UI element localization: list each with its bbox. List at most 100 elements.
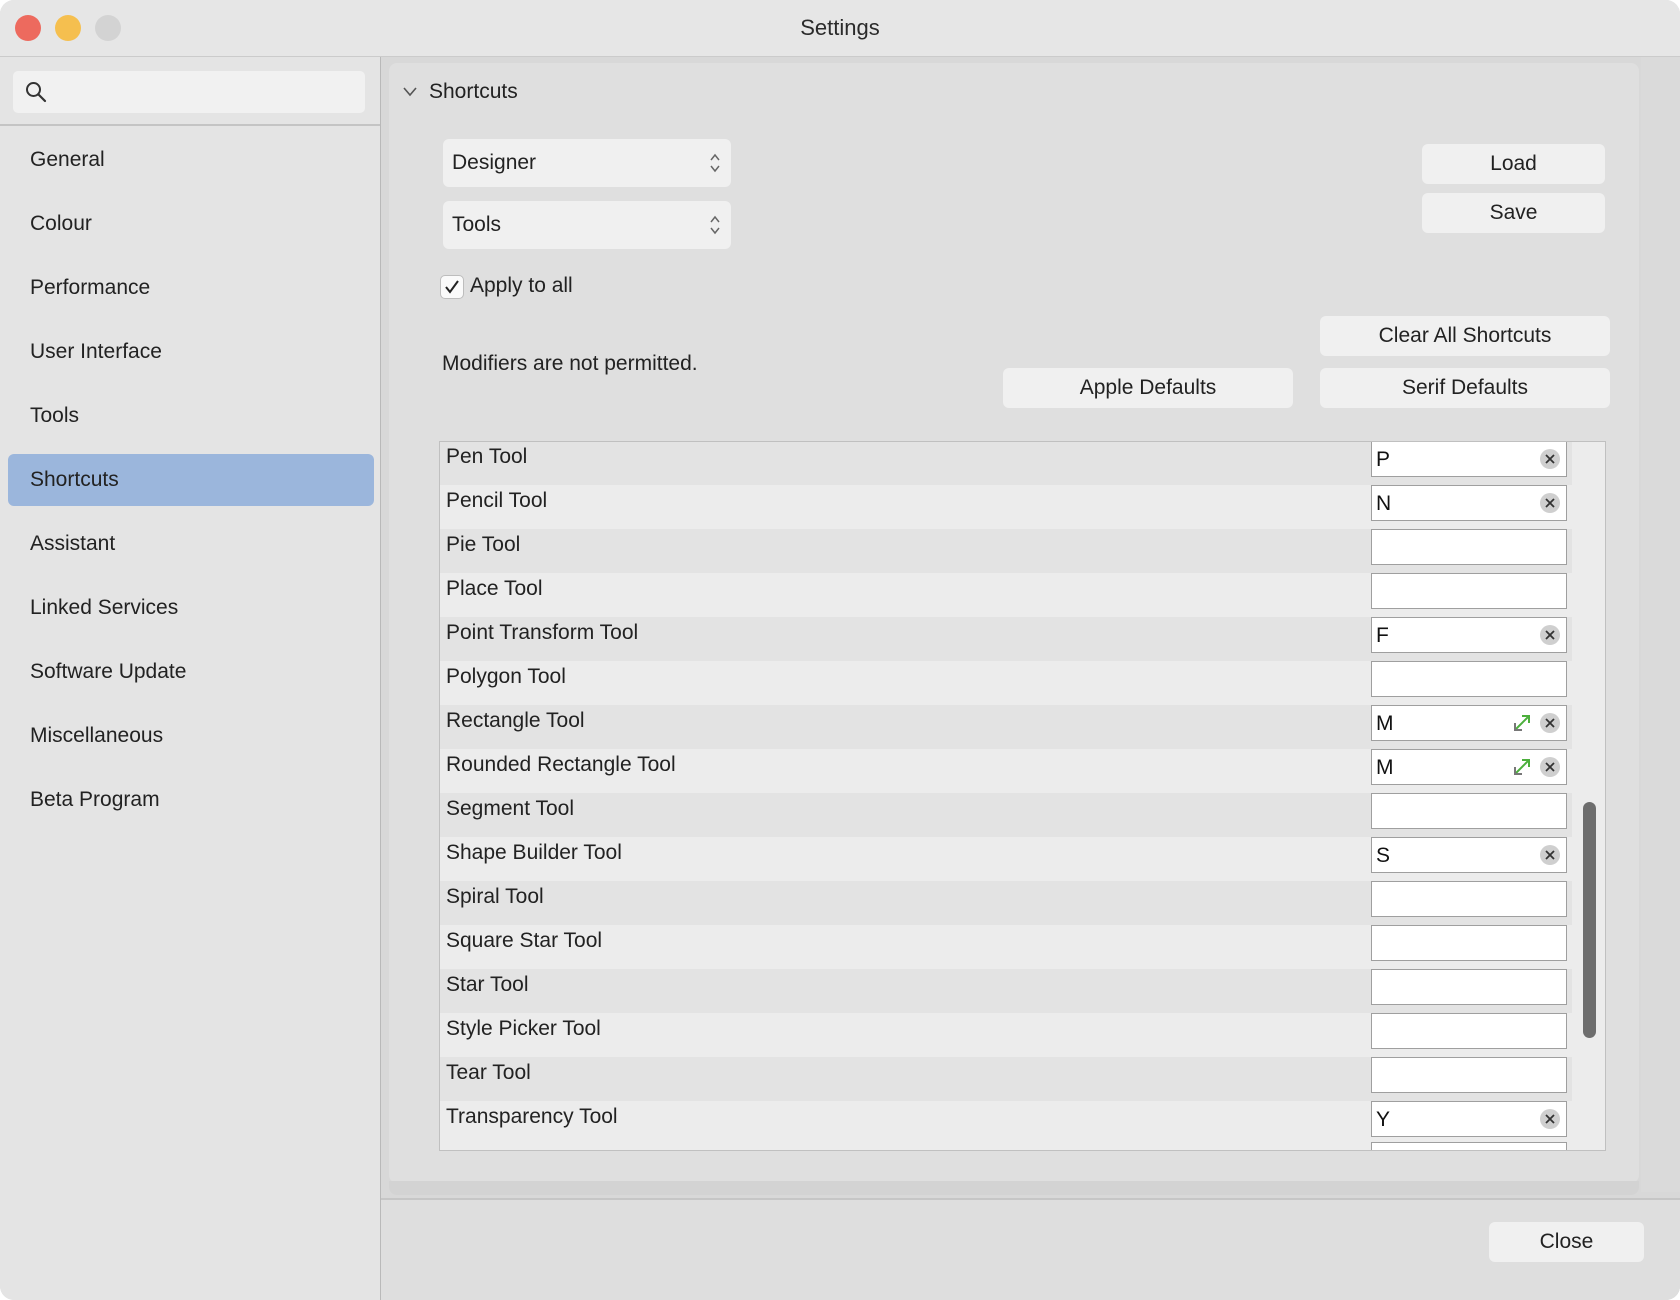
sidebar-item-colour[interactable]: Colour [8,198,374,250]
outer-scroll-track [1641,57,1680,1192]
shortcut-field[interactable]: M [1371,749,1567,785]
shortcuts-table: Pen Tool P Pencil Tool N Pie Tool Place Tool P… [439,441,1606,1151]
shortcut-field[interactable]: S [1371,837,1567,873]
shortcut-field[interactable]: P [1371,442,1567,477]
main-content: Shortcuts Designer Tools Load Save Apply… [381,57,1680,1300]
tool-name: Pie Tool [446,533,521,556]
tool-name: Shape Builder Tool [446,841,622,864]
clear-shortcut-icon[interactable] [1540,1109,1560,1129]
conflict-arrow-icon[interactable] [1512,757,1532,777]
tool-name: Segment Tool [446,797,575,820]
tool-name: Style Picker Tool [446,1017,601,1040]
clear-all-shortcuts-button[interactable]: Clear All Shortcuts [1320,316,1610,356]
sidebar-item-assistant[interactable]: Assistant [8,518,374,570]
serif-defaults-button[interactable]: Serif Defaults [1320,368,1610,408]
section-title[interactable]: Shortcuts [429,77,518,107]
tool-name: Pencil Tool [446,489,548,512]
clear-shortcut-icon[interactable] [1540,449,1560,469]
shortcut-key: M [1376,712,1394,735]
tool-name: Place Tool [446,577,543,600]
sidebar-item-software-update[interactable]: Software Update [8,646,374,698]
settings-window: Settings General Colour Performance User In… [0,0,1680,1300]
clear-shortcut-icon[interactable] [1540,625,1560,645]
shortcut-field-partial[interactable] [1371,1142,1567,1150]
updown-arrows-icon [710,215,720,235]
shortcut-field[interactable] [1371,1057,1567,1093]
close-button[interactable]: Close [1489,1222,1644,1262]
conflict-arrow-icon[interactable] [1512,713,1532,733]
clear-shortcut-icon[interactable] [1540,493,1560,513]
table-row: Square Star Tool [440,925,1572,969]
tool-name: Polygon Tool [446,665,566,688]
shortcut-key: F [1376,624,1389,647]
table-scrollbar[interactable] [1583,802,1596,1038]
shortcuts-panel: Shortcuts Designer Tools Load Save Apply… [389,63,1639,1183]
save-button[interactable]: Save [1422,193,1605,233]
app-popup[interactable]: Designer [443,139,731,187]
title-bar: Settings [0,0,1680,57]
chevron-down-icon[interactable] [403,87,417,97]
sidebar: General Colour Performance User Interface To… [0,57,381,1300]
table-row: Pie Tool [440,529,1572,573]
search-input[interactable] [57,77,357,109]
tool-name: Point Transform Tool [446,621,639,644]
shortcut-field[interactable]: F [1371,617,1567,653]
sidebar-item-miscellaneous[interactable]: Miscellaneous [8,710,374,762]
shortcut-field[interactable] [1371,529,1567,565]
clear-shortcut-icon[interactable] [1540,757,1560,777]
checkmark-icon [445,280,459,294]
shortcut-field[interactable] [1371,925,1567,961]
sidebar-item-beta-program[interactable]: Beta Program [8,774,374,826]
shortcut-field[interactable] [1371,793,1567,829]
apply-to-all-checkbox[interactable] [440,275,464,299]
shortcut-field[interactable] [1371,573,1567,609]
load-button[interactable]: Load [1422,144,1605,184]
shortcut-field[interactable] [1371,1013,1567,1049]
sidebar-divider [0,124,380,126]
clear-shortcut-icon[interactable] [1540,845,1560,865]
shortcut-field[interactable] [1371,969,1567,1005]
table-row: Style Picker Tool [440,1013,1572,1057]
category-popup-value: Tools [452,213,502,236]
table-row: Rectangle Tool M [440,705,1572,749]
sidebar-item-linked-services[interactable]: Linked Services [8,582,374,634]
search-icon [26,82,47,103]
table-row: Pen Tool P [440,442,1572,485]
shortcut-field[interactable] [1371,881,1567,917]
tool-name: Square Star Tool [446,929,603,952]
table-row: Transparency Tool Y [440,1101,1572,1145]
tool-name: Star Tool [446,973,529,996]
updown-arrows-icon [710,153,720,173]
apply-to-all-label[interactable]: Apply to all [470,272,573,300]
tool-name: Rectangle Tool [446,709,585,732]
sidebar-item-user-interface[interactable]: User Interface [8,326,374,378]
tool-name: Pen Tool [446,445,528,468]
sidebar-item-performance[interactable]: Performance [8,262,374,314]
clear-shortcut-icon[interactable] [1540,713,1560,733]
shortcut-field[interactable] [1371,661,1567,697]
table-row: Place Tool [440,573,1572,617]
shortcut-field[interactable]: M [1371,705,1567,741]
next-panel-edge [389,1181,1639,1195]
sidebar-item-tools[interactable]: Tools [8,390,374,442]
category-popup[interactable]: Tools [443,201,731,249]
table-row: Rounded Rectangle Tool M [440,749,1572,793]
shortcut-field[interactable]: N [1371,485,1567,521]
footer: Close [381,1200,1680,1300]
tool-name: Tear Tool [446,1061,531,1084]
shortcut-field[interactable]: Y [1371,1101,1567,1137]
tool-name: Rounded Rectangle Tool [446,753,676,776]
tool-name: Transparency Tool [446,1105,618,1128]
app-popup-value: Designer [452,151,537,174]
shortcut-key: P [1376,448,1391,471]
table-row: Star Tool [440,969,1572,1013]
apple-defaults-button[interactable]: Apple Defaults [1003,368,1293,408]
shortcut-key: N [1376,492,1392,515]
sidebar-item-general[interactable]: General [8,134,374,186]
shortcut-key: Y [1376,1108,1391,1131]
search-field[interactable] [13,71,365,113]
table-row: Polygon Tool [440,661,1572,705]
modifiers-note: Modifiers are not permitted. [442,352,698,375]
sidebar-item-shortcuts[interactable]: Shortcuts [8,454,374,506]
tool-name: Spiral Tool [446,885,544,908]
